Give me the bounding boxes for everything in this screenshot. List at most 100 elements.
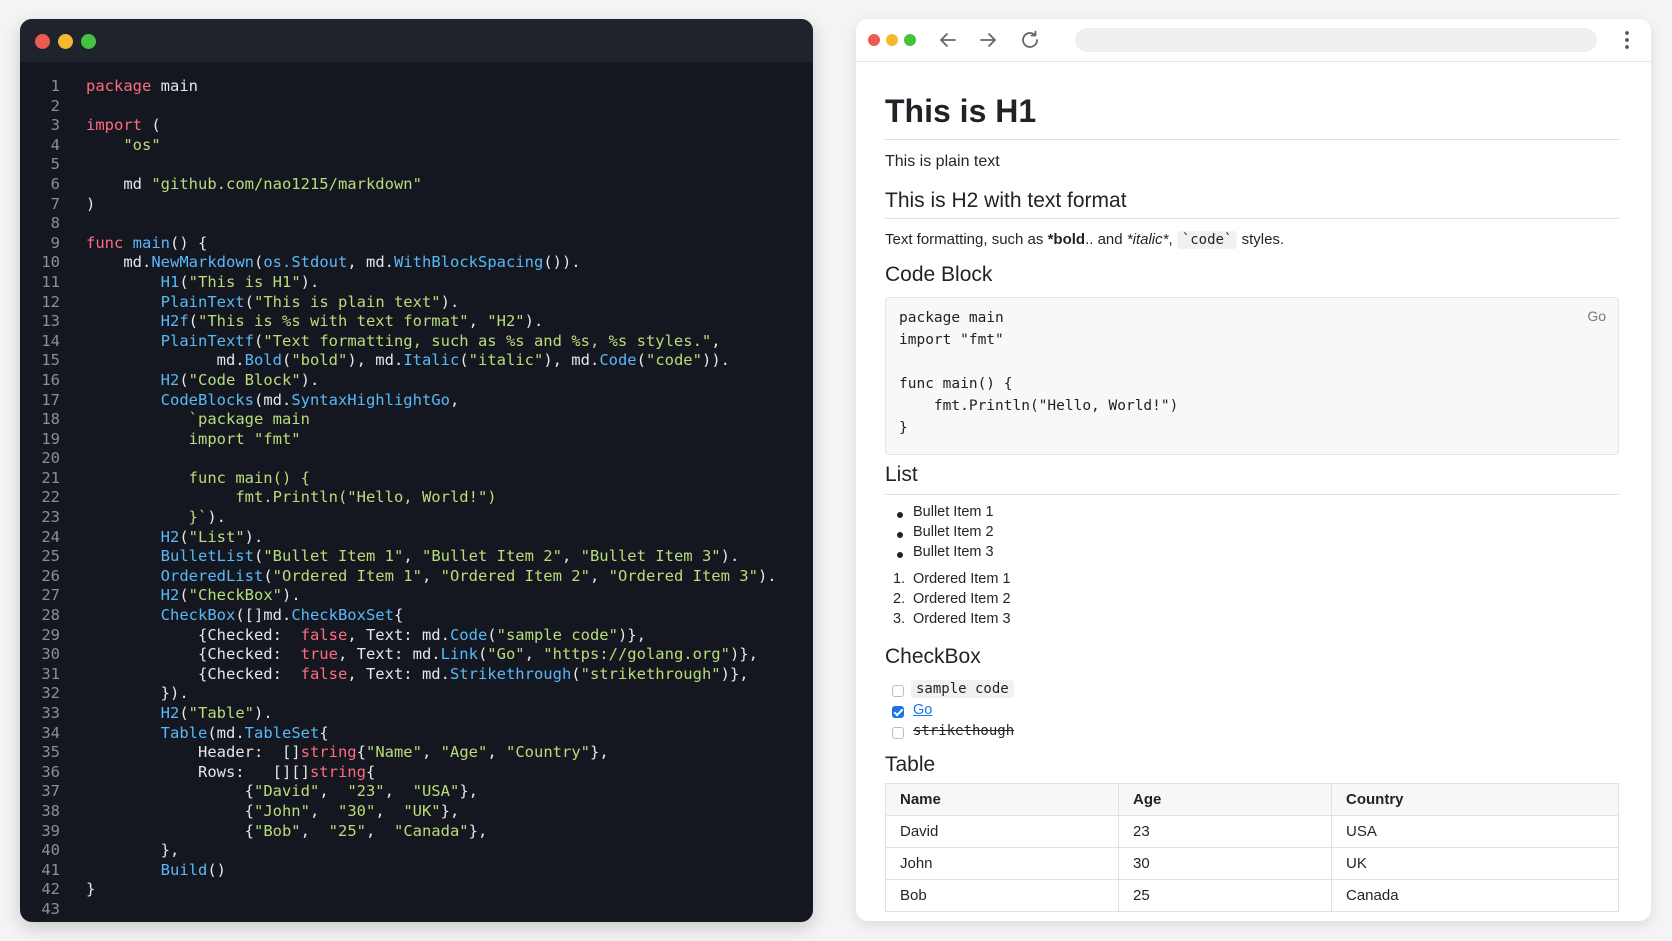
code-token: NewMarkdown — [151, 253, 254, 272]
code-block-line: } — [899, 420, 908, 436]
line-number: 41 — [41, 860, 60, 879]
code-token: OrderedList — [160, 566, 264, 585]
code-line: 17 CodeBlocks(md.SyntaxHighlightGo, — [20, 391, 813, 411]
checkbox-go[interactable] — [892, 706, 904, 718]
code-token: fmt.Println("Hello, World!") — [235, 488, 497, 507]
code-token: "sample code" — [496, 625, 618, 644]
preview-h2-list: List — [885, 463, 918, 486]
table-cell: David — [885, 815, 1119, 848]
code-token: "Ordered Item 3" — [608, 566, 758, 585]
code-token: "H2" — [487, 312, 525, 331]
ordered-item: Ordered Item 2 — [913, 591, 1011, 607]
code-token: string — [309, 762, 366, 781]
code-token: ( — [179, 370, 189, 389]
address-bar[interactable] — [1075, 28, 1597, 52]
code-token: ( — [281, 351, 292, 370]
line-number: 42 — [41, 880, 60, 899]
code-token: `package main — [188, 410, 310, 429]
maximize-window-button[interactable] — [904, 34, 916, 46]
code-area[interactable]: 1 package main 2 3 import (4 "os" 5 6 md "gith… — [20, 77, 813, 920]
preview-h2-table: Table — [885, 753, 936, 776]
code-token: }, — [590, 743, 609, 762]
inline-code: `code` — [1176, 231, 1238, 249]
browser-window: This is H1 This is plain text This is H2… — [856, 19, 1651, 921]
code-token: { — [356, 743, 366, 762]
table-cell: 25 — [1118, 879, 1332, 912]
code-token: "This is H1" — [188, 272, 301, 291]
preview-h1: This is H1 — [885, 93, 1037, 129]
line-number: 26 — [41, 566, 60, 585]
column-header-country: Country — [1331, 783, 1619, 816]
code-token: "Bullet Item 3" — [580, 547, 721, 566]
close-window-button[interactable] — [35, 34, 50, 49]
code-token: ( — [179, 527, 189, 546]
arrow-left-icon[interactable] — [936, 28, 960, 52]
code-token: , Text: md. — [337, 645, 441, 664]
line-source: H2("Table"). — [86, 704, 273, 724]
line-source: BulletList("Bullet Item 1", "Bullet Item… — [86, 547, 740, 567]
code-token: , — [468, 312, 488, 331]
line-number: 6 — [50, 174, 60, 193]
checkbox-label-strike: strikethough — [913, 723, 1015, 739]
code-token: "strikethrough" — [580, 664, 721, 683]
line-source: {Checked: false, Text: md.Code("sample c… — [86, 626, 646, 646]
table-cell: Canada — [1331, 879, 1619, 912]
column-header-age: Age — [1118, 783, 1332, 816]
kebab-menu-icon[interactable] — [1623, 29, 1631, 51]
code-token: true — [300, 645, 338, 664]
ordered-number: 3. — [893, 611, 906, 627]
arrow-right-icon[interactable] — [976, 28, 1000, 52]
code-token: , — [384, 782, 413, 801]
checkbox-strikethrough[interactable] — [892, 727, 904, 739]
table-row: Bob 25 Canada — [885, 879, 1619, 912]
line-source: Rows: [][]string{ — [86, 763, 375, 783]
code-token: "bold" — [291, 351, 348, 370]
line-source: Build() — [86, 861, 226, 881]
line-number: 12 — [41, 292, 60, 311]
line-source: PlainTextf("Text formatting, such as %s … — [86, 332, 721, 352]
code-token: , — [589, 566, 609, 585]
code-token: Strikethrough — [449, 664, 572, 683]
line-number: 1 — [50, 77, 60, 95]
code-token: ( — [253, 547, 264, 566]
code-token: "CheckBox" — [188, 586, 282, 605]
reload-icon[interactable] — [1018, 28, 1042, 52]
line-source: H2("List"). — [86, 527, 264, 548]
minimize-window-button[interactable] — [58, 34, 73, 49]
code-line: 13 H2f("This is %s with text format", "H… — [20, 312, 813, 332]
bold-text: *bold — [1047, 231, 1086, 248]
code-token: )}, — [729, 645, 758, 664]
table-cell: 23 — [1118, 815, 1332, 848]
close-window-button[interactable] — [868, 34, 880, 46]
line-source: } — [86, 880, 95, 900]
code-token: , — [487, 743, 506, 762]
code-token: , md. — [347, 253, 394, 272]
code-line: 19 import "fmt" — [20, 430, 813, 450]
code-block-line: fmt.Println("Hello, World!") — [899, 398, 1179, 414]
line-source: md.NewMarkdown(os.Stdout, md.WithBlockSp… — [86, 253, 580, 273]
checkbox-sample-code[interactable] — [892, 685, 904, 697]
line-number: 36 — [41, 762, 60, 781]
go-link[interactable]: Go — [913, 702, 932, 718]
format-text: , — [1168, 231, 1177, 248]
code-token: ( — [477, 645, 488, 664]
code-token: () { — [170, 233, 208, 252]
code-token: main — [132, 233, 170, 252]
code-token: false — [300, 664, 348, 683]
code-token: "This is %s with text format" — [198, 312, 469, 331]
code-token: WithBlockSpacing — [394, 253, 544, 272]
code-token: Table — [160, 723, 208, 742]
code-token: "Country" — [506, 743, 590, 762]
code-token: "List" — [188, 527, 245, 546]
column-header-name: Name — [885, 783, 1119, 816]
line-source: H1("This is H1"). — [86, 272, 320, 293]
minimize-window-button[interactable] — [886, 34, 898, 46]
code-token: ( — [459, 351, 469, 370]
line-number: 37 — [41, 782, 60, 801]
maximize-window-button[interactable] — [81, 34, 96, 49]
